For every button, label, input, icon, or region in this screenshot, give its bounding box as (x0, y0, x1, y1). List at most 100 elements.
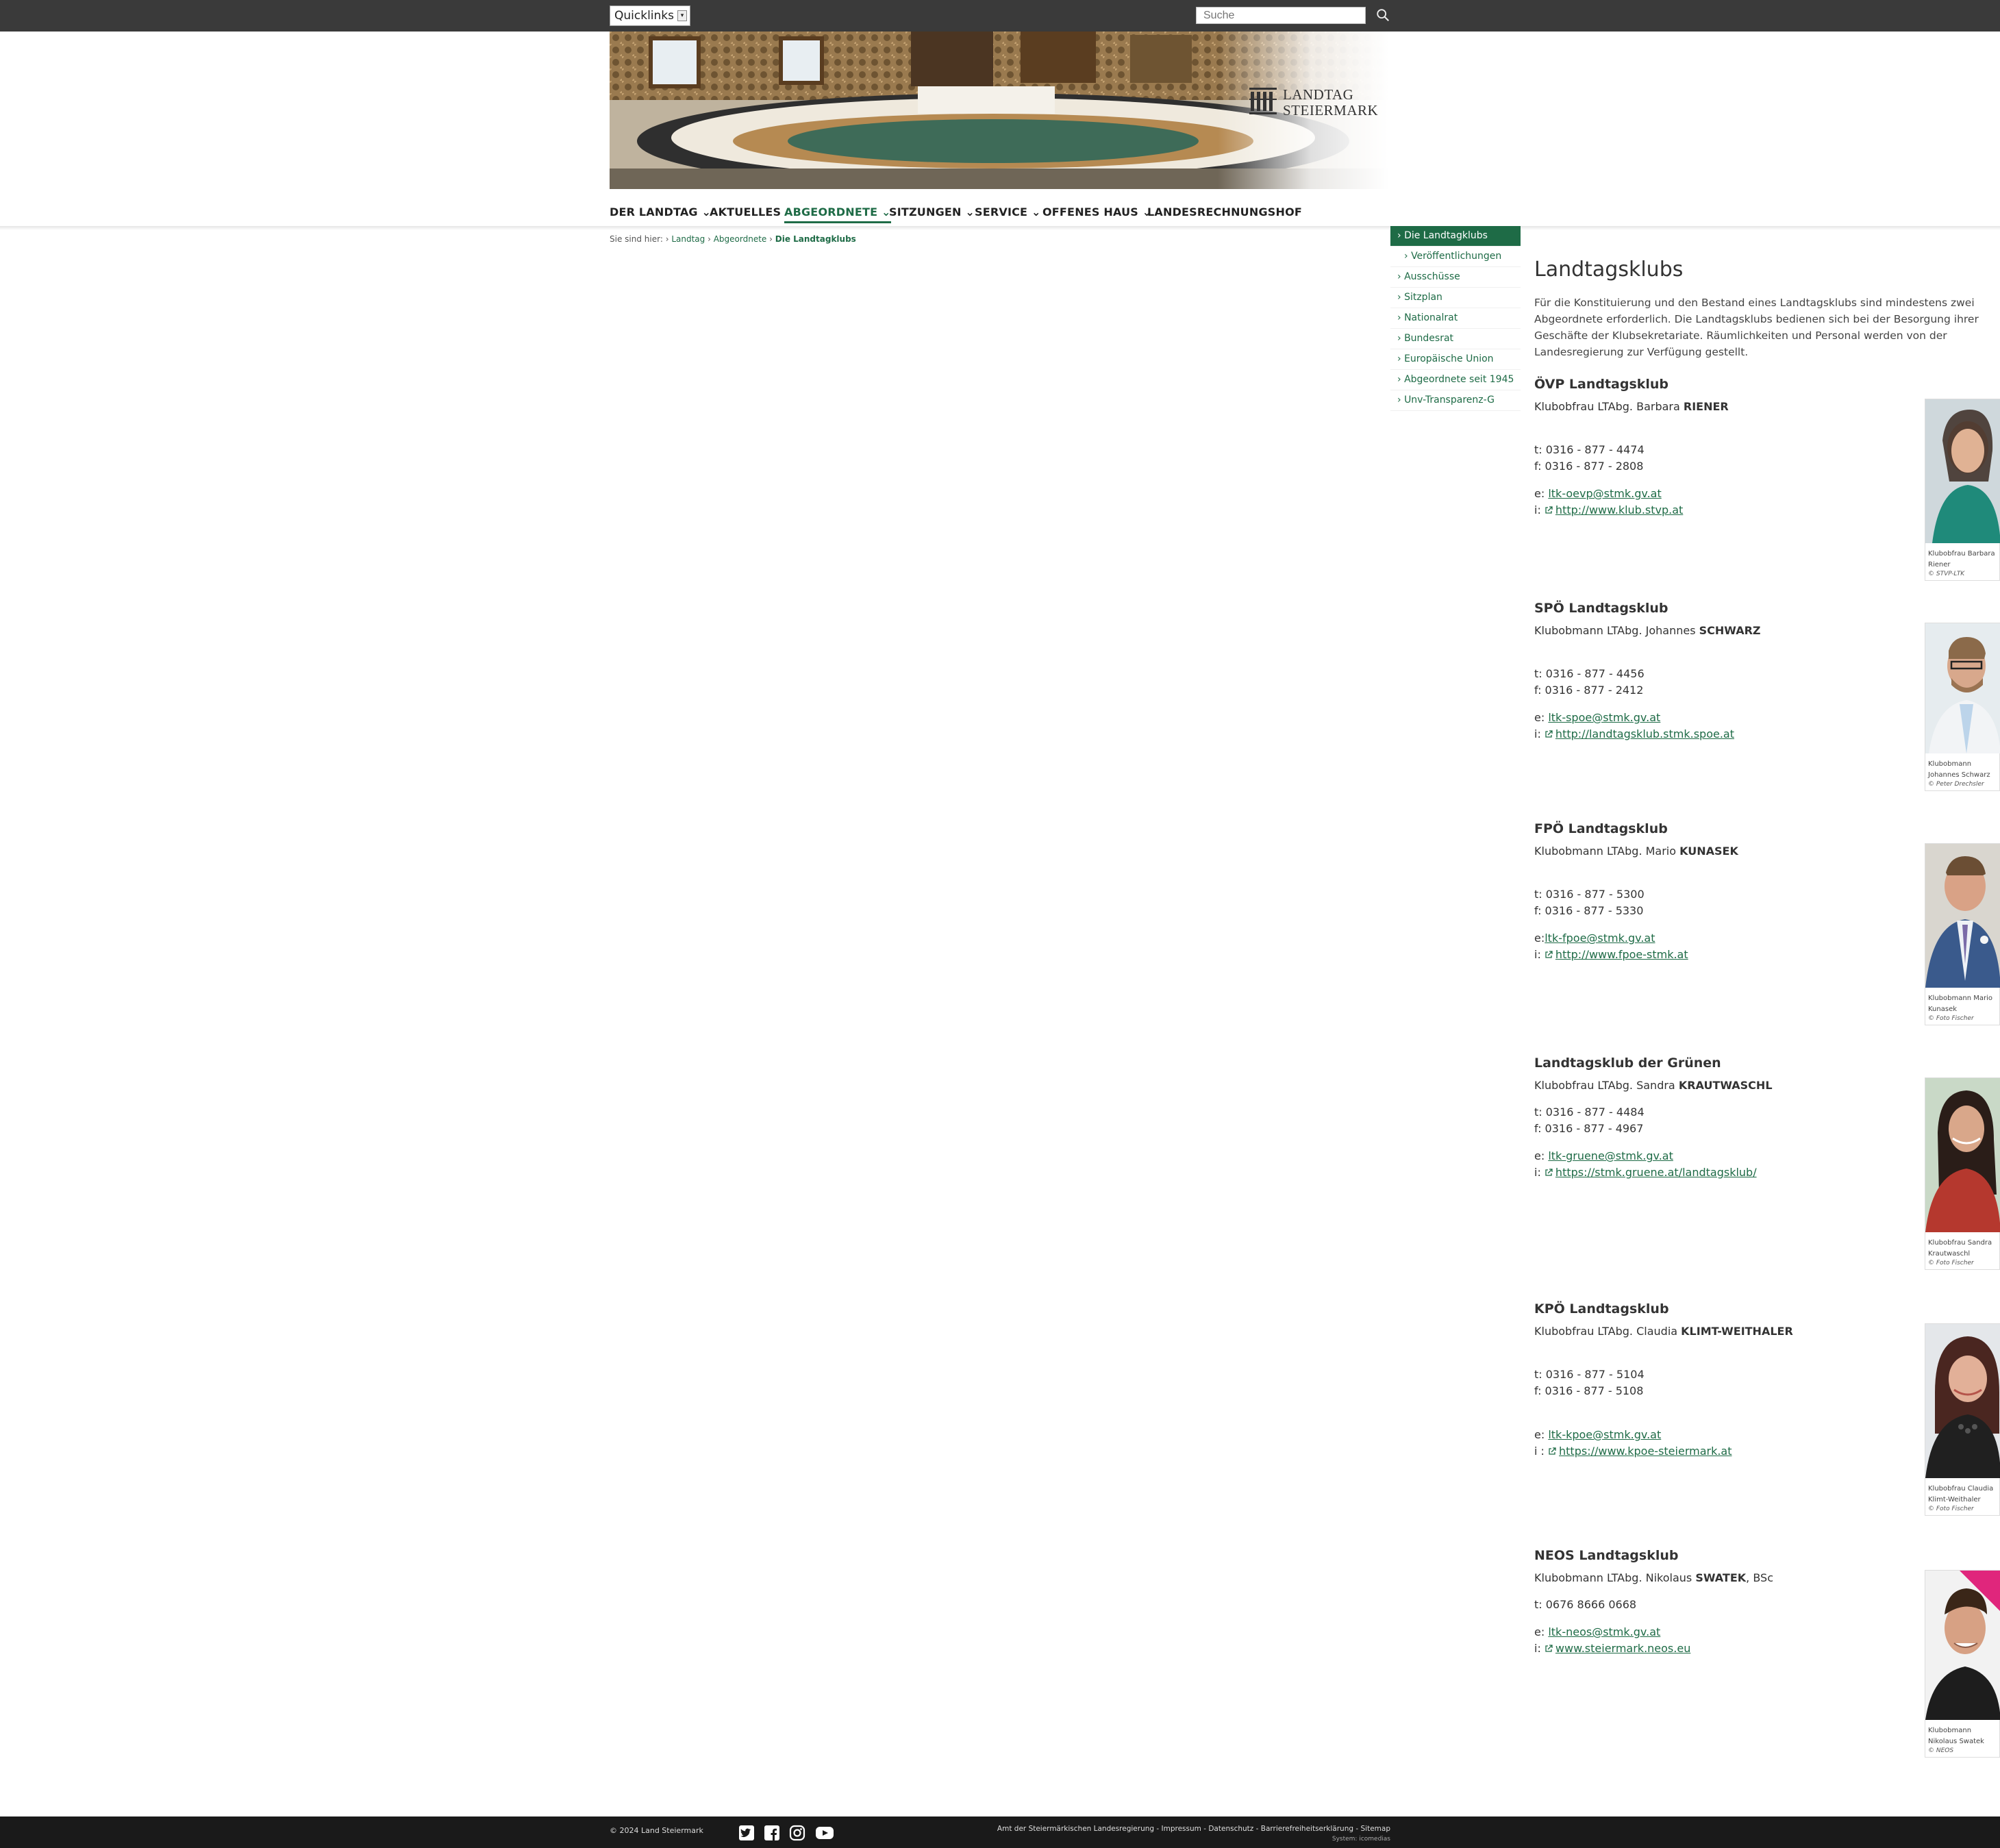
chair-suffix: , BSc (1746, 1571, 1773, 1584)
photo-caption: Klubobfrau Sandra Krautwaschl (1928, 1239, 1992, 1258)
twitter-icon[interactable] (738, 1825, 755, 1841)
instagram-icon[interactable] (789, 1825, 805, 1841)
chair-last: KUNASEK (1679, 845, 1738, 858)
external-link-icon (1545, 730, 1553, 738)
nav-sitzungen[interactable]: SITZUNGEN ⌄ (889, 205, 975, 218)
sidebar-item-sitzplan[interactable]: › Sitzplan (1390, 288, 1521, 308)
club-email-link[interactable]: ltk-spoe@stmk.gv.at (1548, 711, 1660, 724)
club-photo-gruene[interactable]: Klubobfrau Sandra Krautwaschl © Foto Fis… (1925, 1077, 2000, 1270)
nav-offenes-haus[interactable]: OFFENES HAUS ⌄ (1042, 205, 1151, 218)
quicklinks-select[interactable]: Quicklinks ▾ (610, 5, 690, 26)
sidebar-item-bundesrat[interactable]: › Bundesrat (1390, 329, 1521, 349)
portrait-image (1925, 399, 2000, 543)
email-prefix: e: (1534, 1149, 1549, 1162)
nav-label: AKTUELLES (710, 205, 782, 218)
chevron-right-icon: › (769, 234, 775, 244)
club-name: SPÖ Landtagsklub (1534, 601, 1668, 616)
quicklinks-label: Quicklinks (614, 9, 674, 23)
photo-copyright: © Foto Fischer (1928, 1015, 1974, 1022)
sidebar-item-label: Veröffentlichungen (1411, 251, 1502, 262)
sidebar-item-landtagklubs[interactable]: › Die Landtagklubs (1390, 226, 1521, 247)
club-email-link[interactable]: ltk-fpoe@stmk.gv.at (1545, 932, 1655, 945)
breadcrumb-abgeordnete[interactable]: Abgeordnete (714, 234, 767, 244)
email-prefix: e: (1534, 487, 1549, 500)
breadcrumb: Sie sind hier: › Landtag › Abgeordnete ›… (610, 234, 856, 244)
club-photo-neos[interactable]: Klubobmann Nikolaus Swatek © NEOS (1925, 1570, 2000, 1758)
photo-copyright: © STVP-LTK (1928, 571, 1965, 577)
external-link-icon (1545, 951, 1553, 958)
breadcrumb-landtag[interactable]: Landtag (671, 234, 705, 244)
portrait-image (1925, 1078, 2000, 1232)
sidebar-item-europaeische-union[interactable]: › Europäische Union (1390, 349, 1521, 370)
club-web-link[interactable]: https://www.kpoe-steiermark.at (1559, 1445, 1732, 1458)
chevron-down-icon: ⌄ (965, 205, 975, 218)
web-prefix: i: (1534, 503, 1545, 516)
nav-der-landtag[interactable]: DER LANDTAG ⌄ (610, 205, 711, 218)
sidebar-item-nationalrat[interactable]: › Nationalrat (1390, 308, 1521, 329)
club-photo-spoe[interactable]: Klubobmann Johannes Schwarz © Peter Drec… (1925, 623, 2000, 791)
facebook-icon[interactable] (764, 1825, 780, 1841)
email-prefix: e: (1534, 1428, 1549, 1441)
chair-first: Klubobmann LTAbg. Nikolaus (1534, 1571, 1696, 1584)
photo-copyright: © NEOS (1928, 1747, 1954, 1754)
chevron-down-icon: ▾ (677, 10, 687, 21)
club-web-link[interactable]: www.steiermark.neos.eu (1555, 1642, 1690, 1655)
club-photo-fpoe[interactable]: Klubobmann Mario Kunasek © Foto Fischer (1925, 843, 2000, 1025)
external-link-icon (1549, 1447, 1556, 1455)
club-email-link[interactable]: ltk-neos@stmk.gv.at (1548, 1625, 1660, 1638)
page-title: Landtagsklubs (1534, 258, 1684, 282)
nav-label: SERVICE (975, 205, 1028, 218)
portrait-image (1925, 1571, 2000, 1720)
footer-links[interactable]: Amt der Steiermärkischen Landesregierung… (997, 1825, 1390, 1833)
footer-copyright: © 2024 Land Steiermark (610, 1826, 703, 1835)
photo-copyright: © Foto Fischer (1928, 1260, 1974, 1266)
youtube-icon[interactable] (815, 1825, 834, 1841)
email-prefix: e: (1534, 932, 1545, 945)
logo-text[interactable]: LANDTAG STEIERMARK (1283, 87, 1378, 118)
sidebar-item-label: Bundesrat (1404, 333, 1454, 344)
photo-copyright: © Peter Drechsler (1928, 781, 1984, 788)
portrait-image (1925, 1324, 2000, 1478)
club-photo-oevp[interactable]: Klubobfrau Barbara Riener © STVP-LTK (1925, 399, 2000, 581)
club-email-link[interactable]: ltk-kpoe@stmk.gv.at (1548, 1428, 1661, 1441)
search-input[interactable] (1196, 7, 1366, 24)
sidebar-item-unv-transparenz-g[interactable]: › Unv-Transparenz-G (1390, 390, 1521, 411)
nav-abgeordnete[interactable]: ABGEORDNETE ⌄ (784, 205, 891, 223)
photo-caption: Klubobfrau Barbara Riener (1928, 550, 1995, 569)
sidebar-item-ausschuesse[interactable]: › Ausschüsse (1390, 267, 1521, 288)
nav-service[interactable]: SERVICE ⌄ (975, 205, 1041, 218)
web-prefix: i: (1534, 948, 1545, 961)
logo-line-2: STEIERMARK (1283, 102, 1379, 118)
search-icon[interactable] (1375, 8, 1390, 23)
sidebar-item-label: Unv-Transparenz-G (1404, 395, 1495, 405)
chevron-right-icon: › (1397, 271, 1405, 282)
chevron-down-icon: ⌄ (1031, 205, 1041, 218)
chair-first: Klubobfrau LTAbg. Barbara (1534, 400, 1684, 413)
portrait-image (1925, 623, 2000, 753)
email-prefix: e: (1534, 1625, 1549, 1638)
external-link-icon (1545, 1169, 1553, 1176)
club-web-link[interactable]: https://stmk.gruene.at/landtagsklub/ (1555, 1166, 1757, 1179)
club-web-link[interactable]: http://www.klub.stvp.at (1555, 503, 1683, 516)
chair-first: Klubobfrau LTAbg. Sandra (1534, 1079, 1679, 1092)
nav-label: ABGEORDNETE (784, 205, 878, 218)
nav-landesrechnungshof[interactable]: LANDESRECHNUNGSHOF (1147, 205, 1302, 218)
chevron-right-icon: › (1397, 230, 1405, 241)
external-link-icon (1545, 506, 1553, 514)
chair-last: SWATEK (1695, 1571, 1747, 1584)
club-web-link[interactable]: http://www.fpoe-stmk.at (1555, 948, 1688, 961)
external-link-icon (1545, 1645, 1553, 1652)
sidebar-item-veroeffentlichungen[interactable]: › Veröffentlichungen (1390, 247, 1521, 267)
club-email-link[interactable]: ltk-gruene@stmk.gv.at (1548, 1149, 1673, 1162)
chevron-right-icon: › (1404, 251, 1412, 262)
sidebar-item-abgeordnete-seit-1945[interactable]: › Abgeordnete seit 1945 (1390, 370, 1521, 390)
sidebar-item-label: Sitzplan (1404, 292, 1442, 303)
club-photo-kpoe[interactable]: Klubobfrau Claudia Klimt-Weithaler © Fot… (1925, 1323, 2000, 1516)
nav-aktuelles[interactable]: AKTUELLES (710, 205, 781, 218)
club-web-link[interactable]: http://landtagsklub.stmk.spoe.at (1555, 727, 1734, 740)
chair-last: RIENER (1683, 400, 1729, 413)
club-email-link[interactable]: ltk-oevp@stmk.gv.at (1548, 487, 1661, 500)
club-name: NEOS Landtagsklub (1534, 1548, 1679, 1563)
chevron-right-icon: › (1397, 374, 1405, 385)
chevron-right-icon: › (1397, 292, 1405, 303)
